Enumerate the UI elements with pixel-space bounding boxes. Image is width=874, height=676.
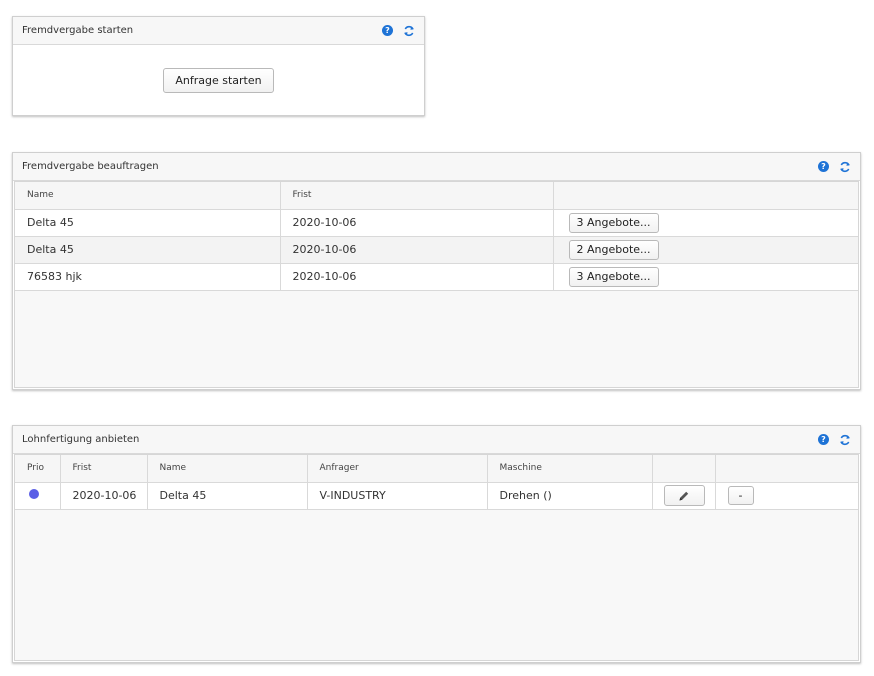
assign-grid: Name Frist Delta 45 2020-10-06 3 Angebot… (14, 181, 859, 388)
table-row[interactable]: 76583 hjk 2020-10-06 3 Angebote... (15, 263, 858, 291)
offer-table: Prio Frist Name Anfrager Maschine 2020-1… (15, 455, 858, 510)
column-header-prio[interactable]: Prio (15, 455, 61, 483)
cell-anfrager: V-INDUSTRY (307, 482, 488, 510)
cell-prio (15, 482, 61, 510)
angebote-button[interactable]: 2 Angebote... (568, 239, 659, 260)
panel-lohnfertigung-anbieten: Lohnfertigung anbieten ? Prio Frist Name (12, 425, 861, 663)
cell-name: 76583 hjk (15, 263, 281, 291)
remove-button[interactable]: - (727, 486, 754, 505)
help-icon[interactable]: ? (382, 25, 393, 36)
refresh-icon[interactable] (403, 25, 415, 37)
prio-indicator (29, 489, 39, 499)
column-header-anfrager[interactable]: Anfrager (307, 455, 488, 483)
panel-header: Fremdvergabe beauftragen ? (13, 153, 860, 181)
edit-button[interactable] (663, 485, 705, 506)
column-header-remove (715, 455, 858, 483)
column-header-maschine[interactable]: Maschine (487, 455, 653, 483)
cell-frist: 2020-10-06 (280, 263, 554, 291)
column-header-name[interactable]: Name (147, 455, 308, 483)
cell-actions: 2 Angebote... (553, 236, 858, 264)
column-header-actions (553, 182, 858, 210)
angebote-button[interactable]: 3 Angebote... (568, 266, 659, 287)
pencil-icon (679, 491, 689, 500)
help-icon[interactable]: ? (818, 434, 829, 445)
panel-fremdvergabe-starten: Fremdvergabe starten ? Anfrage starten (12, 16, 425, 116)
help-icon[interactable]: ? (818, 161, 829, 172)
assign-table: Name Frist Delta 45 2020-10-06 3 Angebot… (15, 182, 858, 291)
cell-frist: 2020-10-06 (280, 236, 554, 264)
offer-grid: Prio Frist Name Anfrager Maschine 2020-1… (14, 454, 859, 661)
panel-header: Fremdvergabe starten ? (13, 17, 424, 45)
table-row[interactable]: Delta 45 2020-10-06 3 Angebote... (15, 209, 858, 237)
column-header-frist[interactable]: Frist (280, 182, 554, 210)
angebote-button[interactable]: 3 Angebote... (568, 212, 659, 233)
cell-actions: 3 Angebote... (553, 263, 858, 291)
cell-name: Delta 45 (147, 482, 308, 510)
refresh-icon[interactable] (839, 434, 851, 446)
cell-name: Delta 45 (15, 236, 281, 264)
panel-title: Fremdvergabe starten (22, 25, 134, 36)
cell-maschine: Drehen () (487, 482, 653, 510)
cell-remove: - (715, 482, 858, 510)
panel-header: Lohnfertigung anbieten ? (13, 426, 860, 454)
table-row[interactable]: 2020-10-06 Delta 45 V-INDUSTRY Drehen () (15, 482, 858, 510)
column-header-name[interactable]: Name (15, 182, 281, 210)
table-row[interactable]: Delta 45 2020-10-06 2 Angebote... (15, 236, 858, 264)
cell-actions: 3 Angebote... (553, 209, 858, 237)
panel-title: Fremdvergabe beauftragen (22, 161, 159, 172)
cell-frist: 2020-10-06 (280, 209, 554, 237)
refresh-icon[interactable] (839, 161, 851, 173)
cell-frist: 2020-10-06 (60, 482, 148, 510)
cell-name: Delta 45 (15, 209, 281, 237)
column-header-edit (652, 455, 716, 483)
cell-edit (652, 482, 716, 510)
panel-title: Lohnfertigung anbieten (22, 434, 140, 445)
anfrage-starten-button[interactable]: Anfrage starten (163, 67, 274, 93)
panel-fremdvergabe-beauftragen: Fremdvergabe beauftragen ? Name Frist De… (12, 152, 861, 390)
column-header-frist[interactable]: Frist (60, 455, 148, 483)
